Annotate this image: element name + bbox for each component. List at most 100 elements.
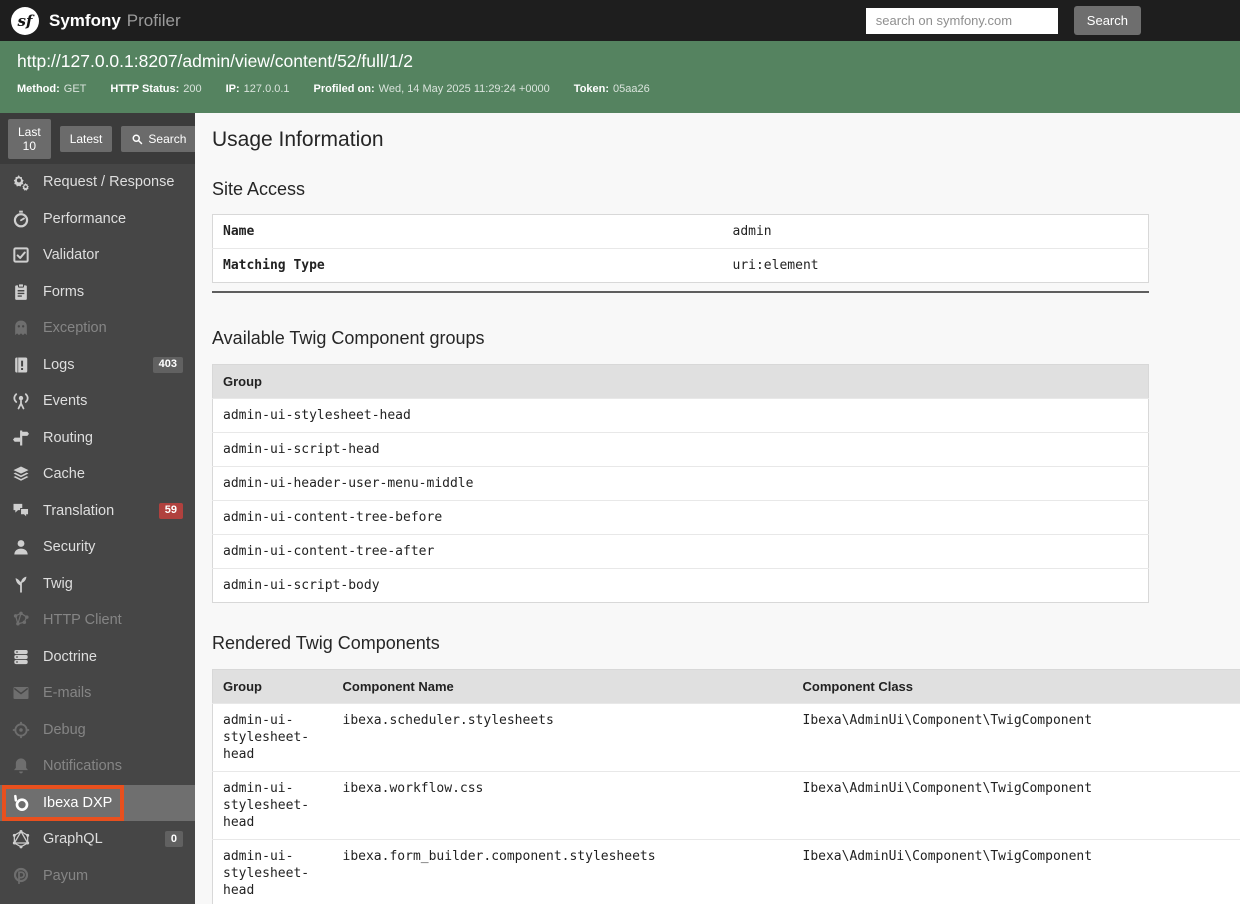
request-meta-label: Profiled on: <box>313 83 375 95</box>
sidebar-menu: Request / Response Performance Validator Fo… <box>0 164 195 894</box>
network-nodes-icon <box>10 609 32 631</box>
page-title: Usage Information <box>212 128 384 151</box>
symfony-search-input[interactable] <box>865 7 1058 34</box>
request-meta-label: Method: <box>17 83 60 95</box>
sidebar-item-twig[interactable]: Twig <box>0 566 195 603</box>
column-header: Component Name <box>332 669 793 704</box>
shortcut-search[interactable]: Search <box>121 125 195 152</box>
table-row: admin-ui-header-user-menu-middle <box>212 466 1149 501</box>
request-meta-value: 200 <box>183 83 202 95</box>
gears-icon <box>10 171 32 193</box>
sidebar-item-e-mails: E-mails <box>0 675 195 712</box>
sidebar-item-payum: Payum <box>0 858 195 895</box>
sidebar-item-security[interactable]: Security <box>0 529 195 566</box>
symfony-logo-icon: sf <box>11 6 39 35</box>
column-header: Group <box>212 669 333 704</box>
group-cell: admin-ui-script-body <box>212 568 1149 603</box>
request-meta-value: 05aa26 <box>613 83 650 95</box>
request-summary-bar: http://127.0.0.1:8207/admin/view/content… <box>0 41 1240 113</box>
sidebar-item-label: Validator <box>43 247 100 264</box>
sidebar-item-label: E-mails <box>43 685 92 702</box>
sidebar-item-label: Ibexa DXP <box>43 794 113 811</box>
sidebar-item-request-response[interactable]: Request / Response <box>0 164 195 201</box>
user-icon <box>10 536 32 558</box>
sidebar-item-label: Doctrine <box>43 648 97 665</box>
sidebar-item-label: Request / Response <box>43 174 175 191</box>
checkbox-icon <box>10 244 32 266</box>
profiled-url: http://127.0.0.1:8207/admin/view/content… <box>17 51 413 71</box>
request-meta-label: HTTP Status: <box>110 83 180 95</box>
sidebar-item-label: HTTP Client <box>43 612 122 629</box>
table-row: admin-ui-stylesheet-head ibexa.scheduler.… <box>212 703 1240 772</box>
sidebar-item-label: Translation <box>43 502 115 519</box>
table-cell: ibexa.form_builder.component.stylesheets <box>332 839 793 904</box>
group-cell: admin-ui-content-tree-before <box>212 500 1149 535</box>
sidebar-item-cache[interactable]: Cache <box>0 456 195 493</box>
sidebar-item-label: Twig <box>43 575 73 592</box>
kv-label: Name <box>223 224 255 239</box>
ibexa-icon <box>10 792 32 814</box>
brand-suffix: Profiler <box>126 10 181 30</box>
rendered-components-table: Group Component Name Component Class admin… <box>212 669 1240 904</box>
clipboard-icon <box>10 281 32 303</box>
sidebar-item-logs[interactable]: Logs 403 <box>0 347 195 384</box>
shortcut-latest[interactable]: Latest <box>59 125 113 152</box>
profiler-sidebar: Last 10 Latest Search Request / Response Pe… <box>0 113 195 904</box>
count-badge: 59 <box>158 502 183 519</box>
sidebar-item-label: Performance <box>43 210 127 227</box>
database-icon <box>10 646 32 668</box>
sidebar-item-translation[interactable]: Translation 59 <box>0 493 195 530</box>
kv-label: Matching Type <box>212 248 723 283</box>
table-cell: ibexa.scheduler.stylesheets <box>332 703 793 772</box>
sidebar-item-forms[interactable]: Forms <box>0 274 195 311</box>
table-row: admin-ui-stylesheet-head ibexa.form_build… <box>212 839 1240 904</box>
request-meta-item: Token: 05aa26 <box>574 83 650 95</box>
layers-icon <box>10 463 32 485</box>
request-meta-value: Wed, 14 May 2025 11:29:24 +0000 <box>378 83 550 95</box>
sidebar-item-label: Events <box>43 393 88 410</box>
crosshair-icon <box>10 719 32 741</box>
sidebar-shortcuts: Last 10 Latest Search <box>0 113 195 164</box>
sidebar-item-label: Routing <box>43 429 93 446</box>
sidebar-item-routing[interactable]: Routing <box>0 420 195 457</box>
sidebar-item-performance[interactable]: Performance <box>0 201 195 238</box>
site-access-table: Name admin Matching Type uri:element <box>212 214 1149 283</box>
top-header-bar: sf Symfony Profiler Search <box>0 0 1240 41</box>
sidebar-item-label: Logs <box>43 356 75 373</box>
group-cell: admin-ui-stylesheet-head <box>212 398 1149 433</box>
panel-content: Usage Information Site Access Name admin M… <box>195 113 1240 904</box>
sidebar-item-label: Forms <box>43 283 85 300</box>
column-header: Component Class <box>792 669 1240 704</box>
shortcut-label: Last 10 <box>18 124 41 153</box>
envelope-icon <box>10 682 32 704</box>
table-row: admin-ui-script-head <box>212 432 1149 467</box>
stopwatch-icon <box>10 208 32 230</box>
log-book-icon <box>10 354 32 376</box>
sidebar-item-doctrine[interactable]: Doctrine <box>0 639 195 676</box>
request-meta-item: Profiled on: Wed, 14 May 2025 11:29:24 +0… <box>314 83 550 95</box>
request-meta-item: Method: GET <box>17 83 86 95</box>
sidebar-item-ibexa-dxp[interactable]: Ibexa DXP <box>0 784 195 821</box>
request-meta-label: IP: <box>225 83 240 95</box>
sidebar-item-validator[interactable]: Validator <box>0 237 195 274</box>
sidebar-item-events[interactable]: Events <box>0 383 195 420</box>
table-cell: ibexa.workflow.css <box>332 771 793 840</box>
request-meta-item: IP: 127.0.0.1 <box>226 83 290 95</box>
table-row: Name admin <box>213 215 1149 249</box>
request-meta-value: GET <box>63 83 87 95</box>
sidebar-item-exception: Exception <box>0 310 195 347</box>
twig-groups-table: Group admin-ui-stylesheet-head admin-ui-s… <box>212 364 1149 603</box>
table-row: admin-ui-stylesheet-head ibexa.workflow.c… <box>212 771 1240 840</box>
broadcast-icon <box>10 390 32 412</box>
request-meta-item: HTTP Status: 200 <box>110 83 201 95</box>
group-cell: admin-ui-script-head <box>212 432 1149 467</box>
shortcut-last-10[interactable]: Last 10 <box>8 118 51 159</box>
signpost-icon <box>10 427 32 449</box>
sidebar-item-graphql[interactable]: GraphQL 0 <box>0 821 195 858</box>
table-cell: admin-ui-stylesheet-head <box>212 839 333 904</box>
kv-value: admin <box>732 224 772 239</box>
sidebar-item-label: Security <box>43 539 96 556</box>
count-badge: 0 <box>164 831 183 848</box>
symfony-search-button[interactable]: Search <box>1073 6 1141 35</box>
payum-icon <box>10 865 32 887</box>
